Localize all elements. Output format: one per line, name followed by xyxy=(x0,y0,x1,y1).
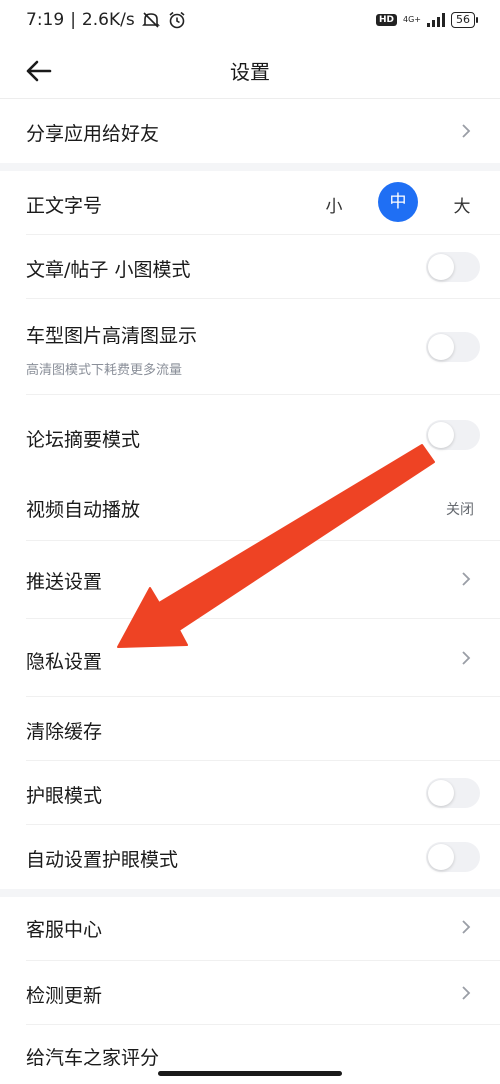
row-label: 护眼模式 xyxy=(26,785,103,807)
page-title: 设置 xyxy=(230,60,270,84)
font-size-small-option[interactable]: 小 xyxy=(323,192,345,217)
toggle-knob xyxy=(428,780,454,806)
video-autoplay-value: 关闭 xyxy=(446,502,474,518)
settings-row-clear-cache[interactable]: 清除缓存 xyxy=(0,697,500,761)
row-label: 文章/帖子 小图模式 xyxy=(26,259,191,281)
section-separator xyxy=(0,889,500,897)
row-label: 正文字号 xyxy=(26,195,103,217)
row-label: 检测更新 xyxy=(26,985,103,1007)
row-label: 车型图片高清图显示 xyxy=(26,325,198,347)
toggle-knob xyxy=(428,844,454,870)
row-label: 给汽车之家评分 xyxy=(26,1047,160,1069)
auto-eye-protection-toggle[interactable] xyxy=(426,842,480,872)
row-sublabel: 高清图模式下耗费更多流量 xyxy=(26,363,183,378)
settings-row-auto-eye-protection: 自动设置护眼模式 xyxy=(0,825,500,889)
settings-row-small-image-mode: 文章/帖子 小图模式 xyxy=(0,235,500,299)
chevron-right-icon xyxy=(462,572,471,586)
battery-tip xyxy=(476,17,478,23)
home-indicator[interactable] xyxy=(158,1071,342,1076)
chevron-right-icon xyxy=(462,651,471,665)
status-left: 7:19 | 2.6K/s xyxy=(26,10,187,30)
toggle-knob xyxy=(428,422,454,448)
small-image-mode-toggle[interactable] xyxy=(426,252,480,282)
alarm-icon xyxy=(169,11,185,29)
row-label: 客服中心 xyxy=(26,919,103,941)
settings-row-hd-image: 车型图片高清图显示 高清图模式下耗费更多流量 xyxy=(0,299,500,395)
settings-row-share[interactable]: 分享应用给好友 xyxy=(0,99,500,163)
chevron-right-icon xyxy=(462,920,471,934)
settings-row-privacy[interactable]: 隐私设置 xyxy=(0,619,500,697)
font-size-medium-option[interactable]: 中 xyxy=(378,182,418,222)
mute-icon xyxy=(141,12,160,28)
settings-row-check-update[interactable]: 检测更新 xyxy=(0,961,500,1025)
status-right: HD 4G+ 56 xyxy=(375,12,478,28)
settings-row-video-autoplay[interactable]: 视频自动播放 关闭 xyxy=(0,475,500,541)
settings-row-push[interactable]: 推送设置 xyxy=(0,541,500,619)
toggle-knob xyxy=(428,254,454,280)
forum-summary-toggle[interactable] xyxy=(426,420,480,450)
settings-row-eye-protection: 护眼模式 xyxy=(0,761,500,825)
chevron-right-icon xyxy=(462,986,471,1000)
settings-row-font-size: 正文字号 小 中 大 xyxy=(0,171,500,235)
toggle-knob xyxy=(428,334,454,360)
eye-protection-toggle[interactable] xyxy=(426,778,480,808)
row-label: 自动设置护眼模式 xyxy=(26,849,179,871)
chevron-right-icon xyxy=(462,124,471,138)
network-type: 4G+ xyxy=(403,15,421,24)
status-bar: 7:19 | 2.6K/s HD 4G+ 56 xyxy=(0,0,500,42)
row-label: 视频自动播放 xyxy=(26,499,141,521)
settings-row-forum-summary: 论坛摘要模式 xyxy=(0,395,500,475)
status-time: 7:19 xyxy=(26,10,65,30)
status-divider: | xyxy=(70,10,76,30)
signal-icon xyxy=(427,13,445,27)
row-label: 论坛摘要模式 xyxy=(26,429,141,451)
row-label: 分享应用给好友 xyxy=(26,123,160,145)
hd-badge: HD xyxy=(375,14,397,26)
battery-level: 56 xyxy=(451,12,475,28)
hd-image-toggle[interactable] xyxy=(426,332,480,362)
font-size-large-option[interactable]: 大 xyxy=(451,192,473,217)
app-header: 设置 xyxy=(0,42,500,99)
row-label: 清除缓存 xyxy=(26,721,103,743)
settings-row-customer-service[interactable]: 客服中心 xyxy=(0,897,500,961)
row-label: 推送设置 xyxy=(26,571,103,593)
row-label: 隐私设置 xyxy=(26,651,103,673)
section-separator xyxy=(0,163,500,171)
status-net-speed: 2.6K/s xyxy=(81,10,135,30)
battery-icon: 56 xyxy=(451,12,478,28)
